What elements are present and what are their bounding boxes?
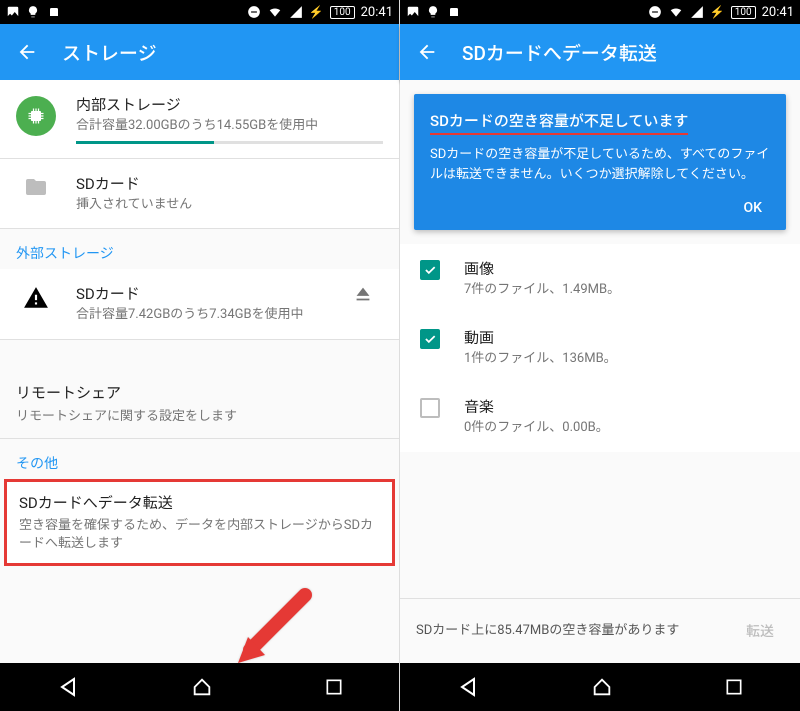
chip-icon: [16, 96, 56, 136]
status-bar: ⚡ 100 20:41: [0, 0, 399, 24]
content-area: SDカードの空き容量が不足しています SDカードの空き容量が不足しているため、す…: [400, 80, 800, 663]
item-music[interactable]: 音楽 0件のファイル、0.00B。: [400, 382, 800, 451]
wifi-icon: [267, 5, 283, 19]
dnd-icon: [247, 5, 261, 19]
sd-ext-sub: 合計容量7.42GBのうち7.34GBを使用中: [76, 306, 323, 324]
nav-recent-icon[interactable]: [324, 677, 344, 697]
nav-home-icon[interactable]: [591, 676, 613, 698]
battery-indicator: 100: [330, 6, 355, 19]
checkbox-on-icon[interactable]: [420, 260, 440, 280]
battery-indicator: 100: [731, 6, 756, 19]
remote-sub: リモートシェアに関する設定をします: [0, 405, 399, 438]
sd-ext-title: SDカード: [76, 283, 323, 304]
transfer-row-highlight[interactable]: SDカードへデータ転送 空き容量を確保するため、データを内部ストレージからSDカ…: [4, 479, 395, 566]
bulb-icon: [26, 5, 40, 19]
app-bar: SDカードへデータ転送: [400, 24, 800, 80]
page-title: ストレージ: [62, 39, 157, 66]
nav-recent-icon[interactable]: [724, 677, 744, 697]
transfer-title: SDカードへデータ転送: [7, 482, 392, 515]
content-area: 内部ストレージ 合計容量32.00GBのうち14.55GBを使用中 SDカード …: [0, 80, 399, 663]
transfer-button[interactable]: 転送: [736, 615, 784, 647]
sd-missing-title: SDカード: [76, 173, 383, 194]
screen-storage: ⚡ 100 20:41 ストレージ 内部ストレージ 合計容量32.00GBのうち…: [0, 0, 400, 711]
alert-title: SDカードの空き容量が不足しています: [430, 110, 688, 135]
item-title: 音楽: [464, 396, 780, 417]
footer-text: SDカード上に85.47MBの空き容量があります: [416, 622, 736, 640]
dnd-icon: [648, 5, 662, 19]
internal-title: 内部ストレージ: [76, 94, 383, 115]
alert-body: SDカードの空き容量が不足しているため、すべてのファイルは転送できません。いくつ…: [430, 145, 770, 184]
item-images[interactable]: 画像 7件のファイル、1.49MB。: [400, 244, 800, 313]
signal-icon: [690, 5, 704, 19]
bulb-icon: [426, 5, 440, 19]
back-icon[interactable]: [416, 41, 438, 63]
charge-icon: ⚡: [710, 5, 725, 19]
wifi-icon: [668, 5, 684, 19]
external-label: 外部ストレージ: [0, 229, 399, 269]
internal-sub: 合計容量32.00GBのうち14.55GBを使用中: [76, 117, 383, 135]
item-title: 画像: [464, 258, 780, 279]
sd-missing-row[interactable]: SDカード 挿入されていません: [0, 159, 399, 228]
alert-card: SDカードの空き容量が不足しています SDカードの空き容量が不足しているため、す…: [414, 94, 786, 230]
clock: 20:41: [762, 5, 794, 20]
sd-missing-sub: 挿入されていません: [76, 196, 383, 214]
transfer-sub: 空き容量を確保するため、データを内部ストレージからSDカードへ転送します: [7, 517, 392, 563]
remote-title[interactable]: リモートシェア: [0, 368, 399, 405]
status-bar: ⚡ 100 20:41: [400, 0, 800, 24]
internal-storage-row[interactable]: 内部ストレージ 合計容量32.00GBのうち14.55GBを使用中: [0, 80, 399, 158]
nav-bar: [400, 663, 800, 711]
back-icon[interactable]: [16, 41, 38, 63]
image-icon: [6, 5, 20, 19]
app-bar: ストレージ: [0, 24, 399, 80]
charge-icon: ⚡: [309, 5, 324, 19]
item-sub: 7件のファイル、1.49MB。: [464, 281, 780, 299]
nav-back-icon[interactable]: [456, 675, 480, 699]
other-label: その他: [0, 439, 399, 479]
sd-external-row[interactable]: SDカード 合計容量7.42GBのうち7.34GBを使用中: [0, 269, 399, 338]
internal-progress: [76, 141, 383, 144]
nav-home-icon[interactable]: [191, 676, 213, 698]
signal-icon: [289, 5, 303, 19]
folder-icon: [22, 175, 50, 199]
warning-icon: [23, 285, 49, 311]
item-videos[interactable]: 動画 1件のファイル、136MB。: [400, 313, 800, 382]
image-icon: [406, 5, 420, 19]
clock: 20:41: [361, 5, 393, 20]
nav-bar: [0, 663, 399, 711]
item-sub: 1件のファイル、136MB。: [464, 350, 780, 368]
page-title: SDカードへデータ転送: [462, 39, 657, 66]
screen-transfer: ⚡ 100 20:41 SDカードへデータ転送 SDカードの空き容量が不足してい…: [400, 0, 800, 711]
item-sub: 0件のファイル、0.00B。: [464, 419, 780, 437]
item-title: 動画: [464, 327, 780, 348]
footer: SDカード上に85.47MBの空き容量があります 転送: [400, 598, 800, 663]
annotation-arrow: [230, 585, 320, 663]
nav-back-icon[interactable]: [56, 675, 80, 699]
android-icon: [46, 4, 62, 20]
checkbox-off-icon[interactable]: [420, 398, 440, 418]
checkbox-on-icon[interactable]: [420, 329, 440, 349]
alert-ok-button[interactable]: OK: [736, 194, 771, 222]
eject-icon[interactable]: [352, 283, 374, 305]
android-icon: [446, 4, 462, 20]
